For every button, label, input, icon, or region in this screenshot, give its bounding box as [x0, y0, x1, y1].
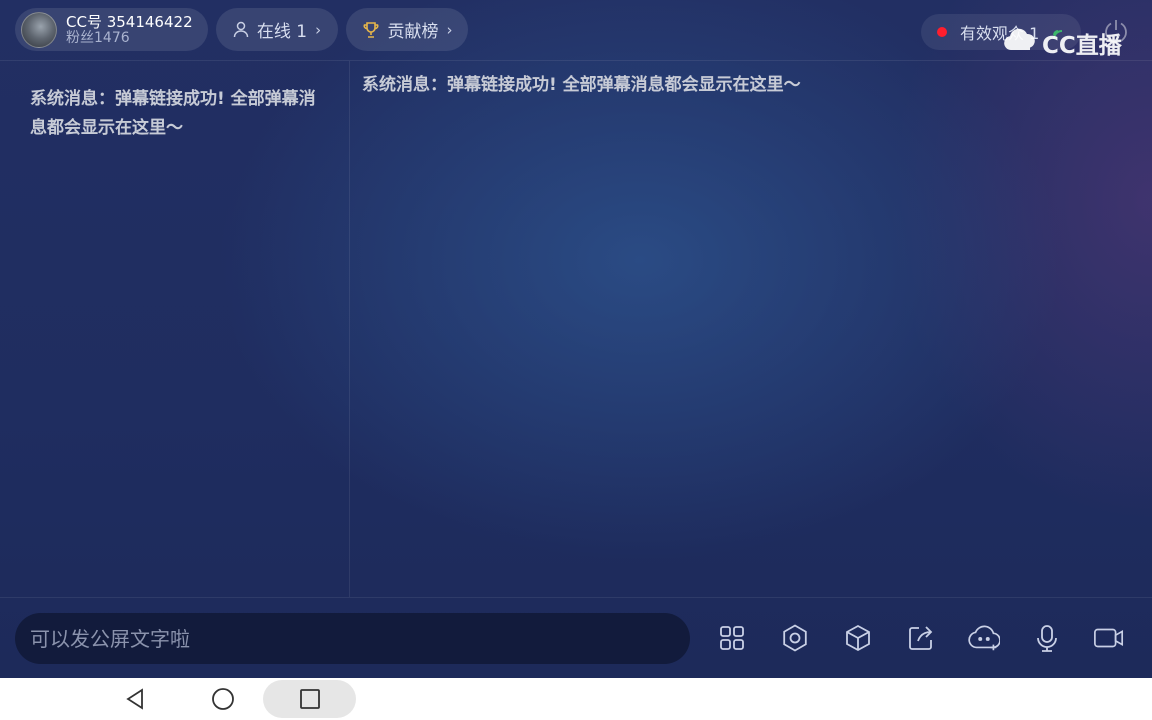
fans-count-label: 粉丝1476 [66, 29, 130, 46]
live-room-screen: CC号 354146422 粉丝1476 在线 1 › 贡献榜 › 有效观众 1… [0, 0, 1152, 678]
user-icon [233, 21, 249, 38]
power-button[interactable] [1102, 17, 1130, 49]
cloud-logo-icon [1002, 28, 1038, 58]
camera-icon[interactable] [1093, 622, 1125, 654]
chevron-right-icon: › [446, 20, 453, 39]
bottom-bar [0, 597, 1152, 678]
user-info-pill[interactable]: CC号 354146422 粉丝1476 [15, 8, 208, 51]
online-count-button[interactable]: 在线 1 › [216, 8, 338, 51]
home-icon[interactable] [206, 678, 240, 720]
live-dot-icon [937, 27, 947, 37]
avatar[interactable] [21, 11, 57, 48]
online-count-label: 在线 1 [256, 22, 308, 42]
recent-apps-icon[interactable] [293, 678, 327, 720]
cube-icon[interactable] [842, 622, 874, 654]
microphone-icon[interactable] [1031, 622, 1063, 654]
apps-icon[interactable] [716, 622, 748, 654]
face-icon[interactable] [968, 622, 1000, 654]
system-message-main: 系统消息：弹幕链接成功! 全部弹幕消息都会显示在这里～ [362, 75, 801, 95]
system-message: 系统消息：弹幕链接成功! 全部弹幕消息都会显示在这里～ [30, 89, 316, 138]
user-id-label: CC号 354146422 [66, 12, 193, 31]
chat-input[interactable] [15, 613, 690, 664]
back-icon[interactable] [118, 678, 152, 720]
contribution-rank-label: 贡献榜 [387, 22, 439, 42]
android-nav-bar [0, 678, 1152, 720]
contribution-rank-button[interactable]: 贡献榜 › [346, 8, 468, 51]
trophy-icon [362, 21, 380, 39]
side-chat-panel: 系统消息：弹幕链接成功! 全部弹幕消息都会显示在这里～ [0, 61, 350, 597]
share-icon[interactable] [905, 622, 937, 654]
settings-icon[interactable] [779, 622, 811, 654]
chevron-right-icon: › [315, 20, 322, 39]
top-bar: CC号 354146422 粉丝1476 在线 1 › 贡献榜 › 有效观众 1… [0, 0, 1152, 61]
